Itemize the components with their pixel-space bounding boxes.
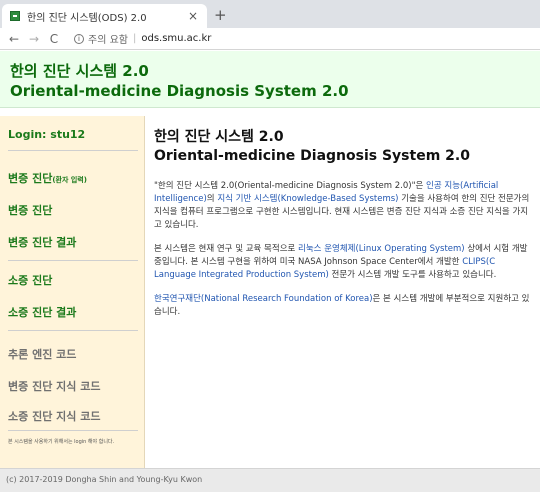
- forward-arrow-icon[interactable]: →: [26, 32, 42, 46]
- tab-title: 한의 진단 시스템(ODS) 2.0: [27, 12, 147, 24]
- intro-paragraph: "한의 진단 시스템 2.0(Oriental-medicine Diagnos…: [154, 180, 534, 232]
- funding-paragraph: 한국연구재단(National Research Foundation of K…: [154, 293, 534, 319]
- site-favicon-icon: [10, 11, 20, 21]
- back-arrow-icon[interactable]: ←: [6, 32, 22, 46]
- sidebar-divider: [8, 150, 138, 151]
- sidebar-divider: [8, 330, 138, 331]
- browser-tab[interactable]: 한의 진단 시스템(ODS) 2.0 ×: [2, 4, 207, 28]
- sidebar: Login: stu12 변증 진단(환자 입력) 변증 진단 변증 진단 결과…: [0, 116, 145, 468]
- url-field[interactable]: i 주의 요함 | ods.smu.ac.kr: [74, 31, 211, 46]
- new-tab-button[interactable]: +: [214, 6, 227, 24]
- site-title-en: Oriental-medicine Diagnosis System 2.0: [10, 82, 349, 100]
- sidebar-item-pattern-diagnosis-input[interactable]: 변증 진단(환자 입력): [8, 170, 87, 186]
- linux-link[interactable]: 리눅스 운영체제(Linux Operating System): [298, 244, 465, 254]
- tab-close-icon[interactable]: ×: [187, 9, 199, 23]
- login-notice: 본 시스템을 사용하기 위해서는 login 해야 합니다.: [8, 439, 115, 445]
- browser-tab-bar: 한의 진단 시스템(ODS) 2.0 × +: [0, 0, 540, 28]
- footer: (c) 2017-2019 Dongha Shin and Young-Kyu …: [0, 468, 540, 492]
- sidebar-divider: [8, 430, 138, 431]
- security-label: 주의 요함: [88, 35, 128, 46]
- sidebar-item-sublabel: (환자 입력): [52, 176, 87, 184]
- url-separator: |: [132, 33, 137, 44]
- intro-text: 의: [206, 194, 218, 204]
- kbs-link[interactable]: 지식 기반 시스템(Knowledge-Based Systems): [217, 194, 398, 204]
- site-header: 한의 진단 시스템 2.0 Oriental-medicine Diagnosi…: [0, 51, 540, 108]
- address-bar: ← → C i 주의 요함 | ods.smu.ac.kr: [0, 28, 540, 50]
- sidebar-item-label: 변증 진단: [8, 172, 53, 185]
- nrf-link[interactable]: 한국연구재단(National Research Foundation of K…: [154, 294, 373, 304]
- platform-paragraph: 본 시스템은 현재 연구 및 교육 목적으로 리눅스 운영체제(Linux Op…: [154, 243, 534, 282]
- site-title-ko: 한의 진단 시스템 2.0: [10, 62, 149, 80]
- sidebar-item-inference-engine-code: 추론 엔진 코드: [8, 348, 77, 361]
- main-content: 한의 진단 시스템 2.0 Oriental-medicine Diagnosi…: [154, 128, 534, 330]
- sidebar-item-symptom-diagnosis-result[interactable]: 소증 진단 결과: [8, 304, 76, 320]
- sidebar-item-pattern-knowledge-code: 변증 진단 지식 코드: [8, 380, 101, 393]
- sidebar-divider: [8, 260, 138, 261]
- intro-text: "한의 진단 시스템 2.0(Oriental-medicine Diagnos…: [154, 181, 427, 191]
- page-title-en: Oriental-medicine Diagnosis System 2.0: [154, 148, 470, 164]
- platform-text: 본 시스템은 현재 연구 및 교육 목적으로: [154, 244, 299, 254]
- reload-icon[interactable]: C: [46, 32, 62, 46]
- url-text: ods.smu.ac.kr: [141, 33, 212, 44]
- platform-text: 전문가 시스템 개발 도구를 사용하고 있습니다.: [328, 270, 497, 280]
- sidebar-item-pattern-diagnosis-result[interactable]: 변증 진단 결과: [8, 234, 76, 250]
- sidebar-item-symptom-diagnosis[interactable]: 소증 진단: [8, 272, 52, 288]
- sidebar-item-symptom-knowledge-code: 소증 진단 지식 코드: [8, 410, 101, 423]
- login-status: Login: stu12: [8, 128, 86, 141]
- page-title-ko: 한의 진단 시스템 2.0: [154, 129, 284, 145]
- sidebar-item-pattern-diagnosis[interactable]: 변증 진단: [8, 202, 52, 218]
- info-icon[interactable]: i: [74, 33, 84, 44]
- copyright-text: (c) 2017-2019 Dongha Shin and Young-Kyu …: [6, 475, 203, 484]
